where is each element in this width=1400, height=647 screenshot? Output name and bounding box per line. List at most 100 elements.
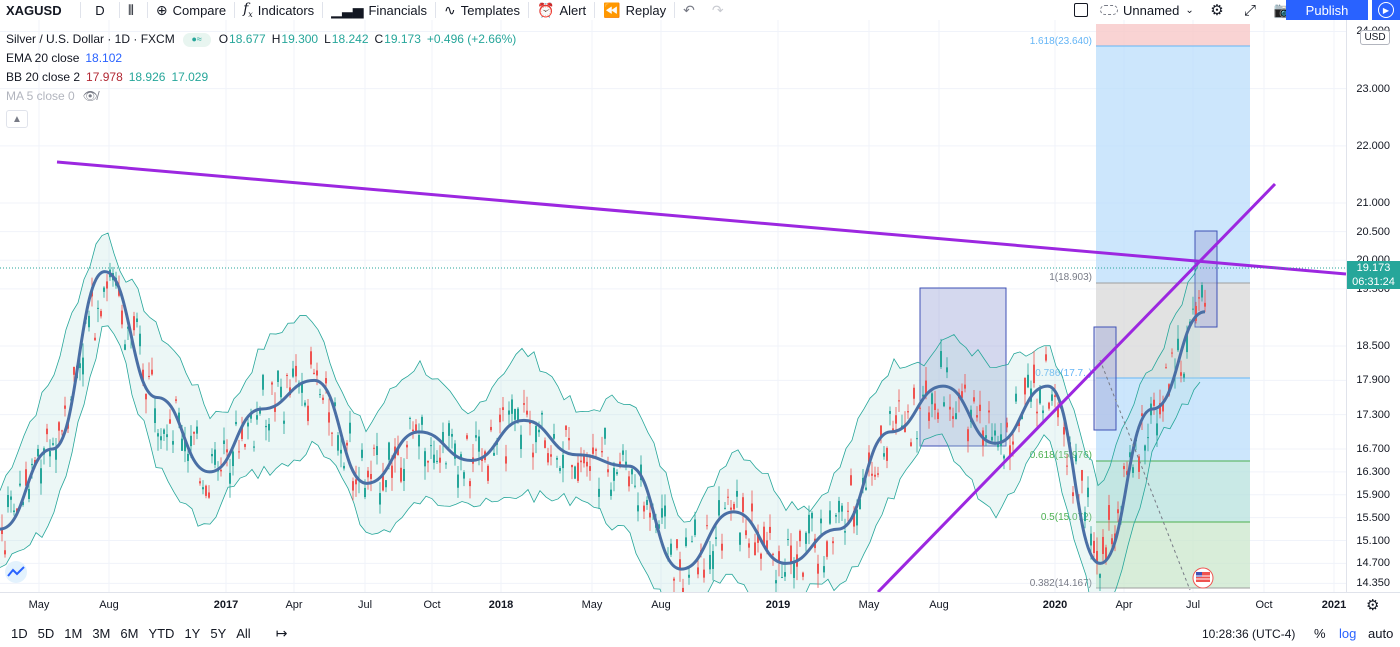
time-axis[interactable]: ⚙ May Aug 2017 Apr Jul Oct 2018 May Aug 2019 May Au…	[0, 592, 1400, 618]
rectangle-drawing[interactable]	[1093, 326, 1117, 431]
candle-body	[352, 481, 354, 491]
candle-body	[976, 415, 978, 418]
candle-body	[886, 447, 888, 461]
compare-button[interactable]: ⊕ Compare	[150, 0, 232, 20]
financials-button[interactable]: ▁▃▅ Financials	[325, 0, 433, 20]
candle-body	[238, 451, 240, 453]
interval-button[interactable]: D	[83, 0, 117, 20]
high-label: H	[271, 32, 281, 46]
indicators-button[interactable]: fx Indicators	[237, 0, 320, 20]
clock[interactable]: 10:28:36 (UTC-4)	[1202, 620, 1295, 647]
candle-body	[382, 475, 384, 491]
candle-body	[349, 422, 351, 434]
candle-body	[1006, 422, 1008, 428]
bb-name: BB 20 close 2	[6, 70, 81, 84]
candle-body	[430, 445, 432, 447]
candle-body	[364, 487, 366, 498]
fullscreen-button[interactable]: ⤢	[1237, 0, 1263, 20]
templates-button[interactable]: ∿ Templates	[438, 0, 526, 20]
replay-button[interactable]: ⏪ Replay	[597, 0, 672, 20]
gear-icon[interactable]: ⚙	[1366, 596, 1379, 614]
range-button-5y[interactable]: 5Y	[205, 626, 231, 641]
candle-body	[553, 433, 555, 439]
candle-body	[934, 403, 936, 410]
chevron-up-icon: ▲	[12, 113, 22, 125]
market-status-icon[interactable]: ●≈	[182, 32, 211, 47]
range-button-ytd[interactable]: YTD	[143, 626, 179, 641]
candle-body	[841, 505, 843, 512]
candle-body	[268, 423, 270, 431]
candle-body	[856, 509, 858, 526]
symbol-search[interactable]: XAGUSD	[0, 0, 78, 20]
candle-body	[1102, 536, 1104, 555]
candle-body	[379, 493, 381, 505]
us-flag-event-icon[interactable]	[1192, 567, 1214, 589]
candle-body	[169, 419, 171, 424]
range-button-1y[interactable]: 1Y	[179, 626, 205, 641]
range-button-all[interactable]: All	[231, 626, 255, 641]
range-button-6m[interactable]: 6M	[115, 626, 143, 641]
candle-body	[748, 543, 750, 548]
candle-body	[271, 382, 273, 385]
log-toggle[interactable]: log	[1339, 620, 1356, 647]
candle-body	[604, 427, 606, 439]
candle-body	[706, 525, 708, 527]
publish-video-button[interactable]: ▶	[1372, 0, 1400, 20]
date-range-buttons: 1D 5D 1M 3M 6M YTD 1Y 5Y All	[6, 626, 256, 641]
candle-body	[448, 423, 450, 436]
candle-body	[64, 405, 66, 409]
candle-body	[637, 505, 639, 512]
candle-body	[874, 474, 876, 477]
candle-body	[100, 310, 102, 317]
candle-body	[256, 415, 258, 420]
collapse-legend-button[interactable]: ▲	[6, 110, 28, 128]
candle-body	[1048, 402, 1050, 409]
candle-body	[139, 333, 141, 347]
calendar-range-icon[interactable]: ↦	[276, 625, 288, 642]
time-tick-label: 2021	[1321, 599, 1347, 611]
chart-style-button[interactable]: ⫴	[122, 0, 145, 20]
range-button-5d[interactable]: 5D	[33, 626, 60, 641]
candle-body	[628, 476, 630, 487]
candle-body	[688, 574, 690, 578]
alert-button[interactable]: ⏰ Alert	[531, 0, 592, 20]
eye-hidden-icon[interactable]: 👁︎̸	[83, 87, 98, 106]
candle-body	[1147, 437, 1149, 439]
fib-label: 0.382(14.167)	[1030, 578, 1092, 589]
tradingview-logo-icon[interactable]	[5, 561, 27, 583]
candle-body	[562, 454, 564, 469]
candle-body	[829, 510, 831, 524]
candle-body	[385, 480, 387, 488]
candle-body	[1084, 512, 1086, 522]
layout-name-button[interactable]: Unnamed ⌄	[1100, 0, 1194, 20]
divider	[119, 2, 120, 18]
redo-button[interactable]: ↷	[706, 0, 735, 20]
candle-body	[226, 449, 228, 453]
candle-body	[124, 344, 126, 350]
ema-legend-row[interactable]: EMA 20 close 18.102	[6, 49, 522, 68]
candle-body	[493, 452, 495, 456]
price-axis[interactable]: 24.00023.00022.00021.00020.50020.00019.5…	[1346, 20, 1400, 592]
fullscreen-select-button[interactable]	[1068, 0, 1094, 20]
bb-legend-row[interactable]: BB 20 close 2 17.978 18.926 17.029	[6, 68, 522, 87]
range-button-1d[interactable]: 1D	[6, 626, 33, 641]
candle-body	[205, 485, 207, 496]
currency-badge[interactable]: USD	[1360, 30, 1390, 45]
price-tick-label: 22.000	[1356, 139, 1390, 152]
candle-body	[691, 541, 693, 543]
range-button-3m[interactable]: 3M	[87, 626, 115, 641]
percent-toggle[interactable]: %	[1314, 620, 1326, 647]
undo-button[interactable]: ↶	[677, 0, 706, 20]
settings-button[interactable]: ⚙	[1204, 0, 1230, 20]
candle-body	[451, 433, 453, 437]
candle-body	[475, 435, 477, 438]
auto-toggle[interactable]: auto	[1368, 620, 1393, 647]
publish-button[interactable]: Publish	[1286, 0, 1368, 20]
low-value: 18.242	[331, 32, 369, 46]
change-value: +0.496 (+2.66%)	[426, 32, 517, 46]
ema-name: EMA 20 close	[6, 51, 80, 65]
ma-legend-row[interactable]: MA 5 close 0 👁︎̸	[6, 87, 522, 106]
candle-body	[595, 449, 597, 451]
fib-label: 1(18.903)	[1049, 272, 1092, 283]
range-button-1m[interactable]: 1M	[59, 626, 87, 641]
